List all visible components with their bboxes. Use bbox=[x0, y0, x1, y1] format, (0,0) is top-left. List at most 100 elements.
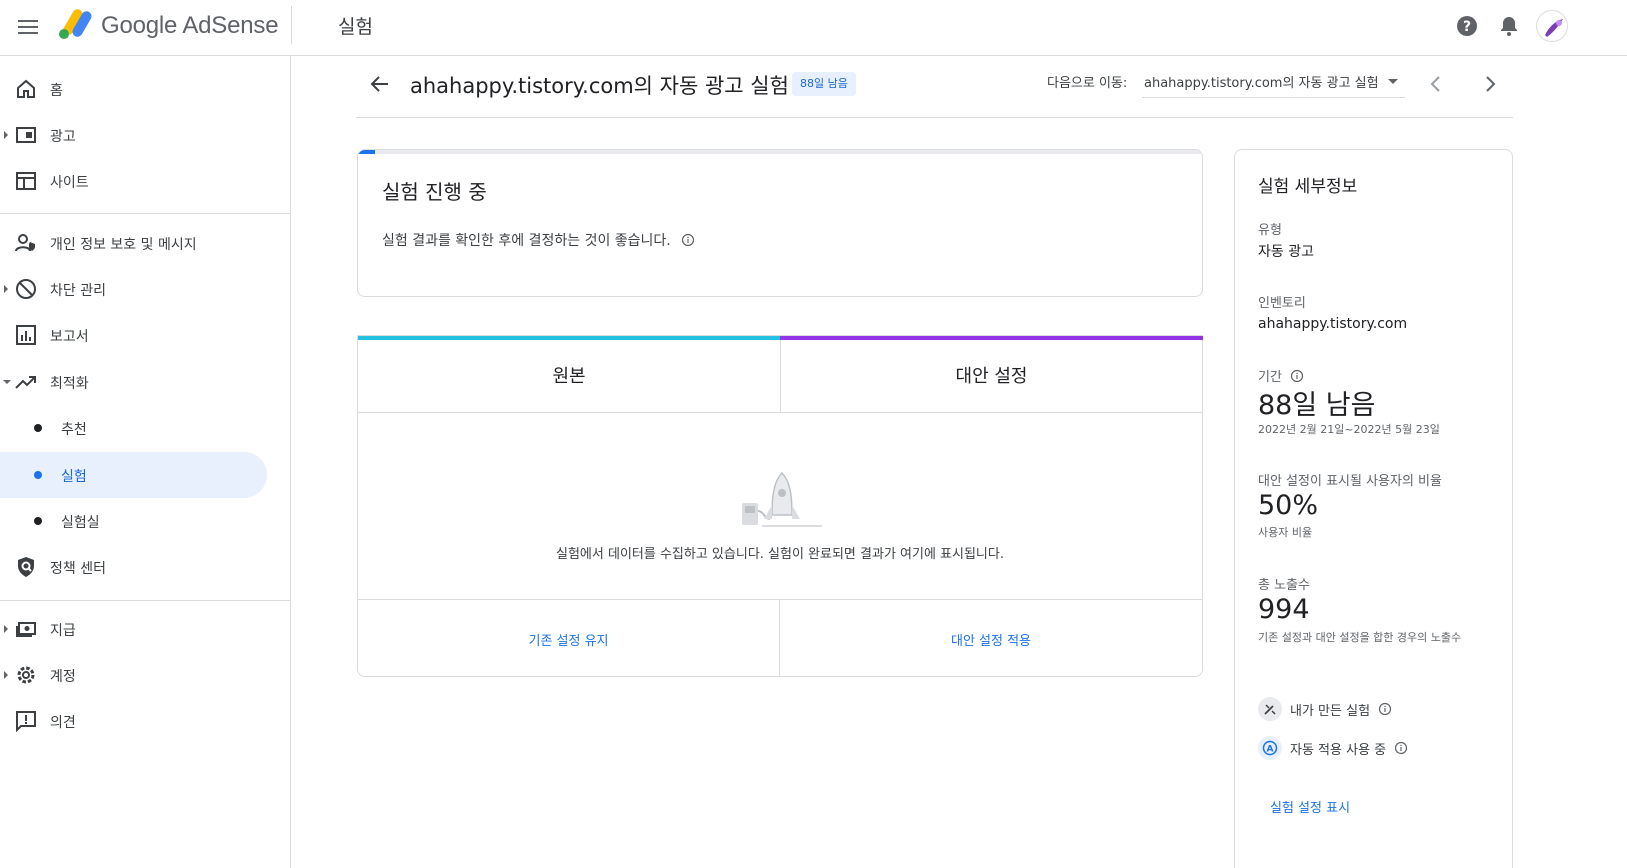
original-column-header: 원본 bbox=[358, 336, 781, 413]
experiment-details-panel: 실험 세부정보 유형 자동 광고 인벤토리 ahahappy.tistory.c… bbox=[1234, 149, 1513, 868]
sidebar-item-privacy[interactable]: 개인 정보 보호 및 메시지 bbox=[0, 220, 291, 266]
sidebar-item-label: 계정 bbox=[50, 669, 76, 685]
page-title: 실험 bbox=[338, 16, 373, 38]
trending-icon bbox=[15, 376, 36, 389]
alternative-color-bar bbox=[780, 336, 1203, 340]
dropdown-caret-icon bbox=[1388, 79, 1398, 84]
ratio-value: 50% bbox=[1258, 490, 1319, 521]
sidebar-item-label: 보고서 bbox=[50, 329, 89, 345]
sidebar-item-label: 정책 센터 bbox=[50, 561, 106, 577]
chevron-left-icon[interactable] bbox=[1426, 74, 1446, 94]
block-icon bbox=[16, 279, 36, 299]
show-experiment-settings-link[interactable]: 실험 설정 표시 bbox=[1270, 797, 1350, 816]
keep-original-button[interactable]: 기존 설정 유지 bbox=[358, 630, 779, 649]
sidebar-item-block-controls[interactable]: 차단 관리 bbox=[0, 266, 291, 312]
sidebar-item-label: 실험 bbox=[61, 469, 87, 485]
svg-text:A: A bbox=[1267, 745, 1274, 755]
reports-icon bbox=[16, 325, 36, 345]
inventory-label: 인벤토리 bbox=[1258, 296, 1306, 311]
empty-state: 실험에서 데이터를 수집하고 있습니다. 실험이 완료되면 결과가 여기에 표시… bbox=[358, 413, 1202, 600]
created-by-me-row: 내가 만든 실험 bbox=[1258, 697, 1392, 721]
info-icon[interactable] bbox=[1394, 741, 1408, 755]
bell-icon[interactable] bbox=[1497, 14, 1521, 38]
sidebar-item-optimization[interactable]: 최적화 bbox=[0, 359, 291, 405]
sidebar-item-sites[interactable]: 사이트 bbox=[0, 158, 291, 204]
bullet-icon bbox=[34, 471, 42, 479]
avatar[interactable] bbox=[1536, 10, 1568, 42]
experiment-status-card: 실험 진행 중 실험 결과를 확인한 후에 결정하는 것이 좋습니다. bbox=[357, 149, 1203, 297]
alternative-column-header: 대안 설정 bbox=[780, 336, 1203, 413]
top-app-bar: Google AdSense 실험 ? bbox=[0, 0, 1627, 56]
goto-label: 다음으로 이동: bbox=[1047, 76, 1128, 91]
apply-alternative-button[interactable]: 대안 설정 적용 bbox=[780, 630, 1202, 649]
info-icon[interactable] bbox=[1290, 369, 1304, 383]
sites-icon bbox=[16, 172, 36, 190]
bullet-icon bbox=[34, 517, 42, 525]
sidebar-item-policy-center[interactable]: 정책 센터 bbox=[0, 544, 291, 590]
original-color-bar bbox=[358, 336, 780, 340]
sidebar-divider bbox=[0, 600, 291, 601]
empty-state-text: 실험에서 데이터를 수집하고 있습니다. 실험이 완료되면 결과가 여기에 표시… bbox=[556, 547, 1004, 562]
sidebar-item-label: 광고 bbox=[50, 129, 76, 145]
help-icon[interactable]: ? bbox=[1455, 14, 1479, 38]
sidebar-item-home[interactable]: 홈 bbox=[0, 66, 291, 112]
expand-arrow-icon[interactable] bbox=[4, 285, 8, 293]
sidebar-item-label: 의견 bbox=[50, 715, 76, 731]
expand-arrow-icon[interactable] bbox=[4, 671, 8, 679]
status-text: 실험 결과를 확인한 후에 결정하는 것이 좋습니다. bbox=[382, 233, 671, 249]
type-value: 자동 광고 bbox=[1258, 244, 1314, 260]
brand-name: Google AdSense bbox=[101, 12, 279, 39]
status-heading: 실험 진행 중 bbox=[382, 180, 487, 204]
period-value: 88일 남음 bbox=[1258, 390, 1376, 421]
days-left-chip: 88일 남음 bbox=[792, 72, 856, 96]
sidebar-item-label: 홈 bbox=[50, 83, 63, 99]
status-description: 실험 결과를 확인한 후에 결정하는 것이 좋습니다. bbox=[382, 230, 695, 250]
rocket-illustration-icon bbox=[742, 471, 822, 527]
back-arrow-icon[interactable] bbox=[368, 72, 392, 96]
expand-arrow-icon[interactable] bbox=[4, 625, 8, 633]
auto-apply-badge: A bbox=[1258, 736, 1282, 760]
policy-icon bbox=[18, 557, 34, 577]
experiment-progress-fill bbox=[358, 150, 375, 154]
sidebar-item-recommendations[interactable]: 추천 bbox=[0, 405, 267, 451]
expand-arrow-icon[interactable] bbox=[4, 131, 8, 139]
impressions-label: 총 노출수 bbox=[1258, 578, 1310, 593]
menu-icon[interactable] bbox=[16, 15, 40, 39]
alternative-label: 대안 설정 bbox=[955, 366, 1028, 387]
inventory-value: ahahappy.tistory.com bbox=[1258, 316, 1408, 332]
info-icon[interactable] bbox=[1378, 702, 1392, 716]
sidebar-item-label: 개인 정보 보호 및 메시지 bbox=[50, 237, 197, 253]
sidebar-item-reports[interactable]: 보고서 bbox=[0, 312, 291, 358]
sidebar-item-labs[interactable]: 실험실 bbox=[0, 498, 267, 544]
sidebar-item-account[interactable]: 계정 bbox=[0, 652, 291, 698]
adsense-logo-icon bbox=[59, 9, 92, 39]
info-icon[interactable] bbox=[681, 233, 695, 247]
sidebar-item-ads[interactable]: 광고 bbox=[0, 112, 291, 158]
keep-settings-cell: 기존 설정 유지 bbox=[358, 600, 780, 676]
side-navigation: 홈 광고 사이트 개인 정보 보호 및 메시지 차단 관리 보고서 최적화 추천… bbox=[0, 56, 291, 868]
impressions-value: 994 bbox=[1258, 594, 1310, 625]
header-divider bbox=[356, 117, 1513, 118]
auto-apply-icon: A bbox=[1262, 740, 1278, 756]
home-icon bbox=[17, 79, 35, 98]
type-label: 유형 bbox=[1258, 223, 1282, 238]
wand-icon bbox=[1264, 704, 1276, 715]
created-by-me-text: 내가 만든 실험 bbox=[1290, 703, 1371, 719]
sidebar-item-experiments[interactable]: 실험 bbox=[0, 452, 267, 498]
comparison-card: 원본 대안 설정 실험에서 데이터를 수집하고 있습니다. 실험이 완료되면 결… bbox=[357, 335, 1203, 677]
period-dates: 2022년 2월 21일~2022년 5월 23일 bbox=[1258, 423, 1440, 436]
ads-icon bbox=[16, 127, 36, 143]
topbar-divider bbox=[291, 6, 292, 44]
sidebar-item-label: 차단 관리 bbox=[50, 283, 106, 299]
collapse-arrow-icon[interactable] bbox=[3, 380, 11, 384]
settings-icon bbox=[17, 666, 35, 684]
chevron-right-icon[interactable] bbox=[1480, 74, 1500, 94]
apply-alternative-cell: 대안 설정 적용 bbox=[780, 600, 1202, 676]
goto-experiment-select[interactable]: ahahappy.tistory.com의 자동 광고 실험 bbox=[1142, 66, 1405, 98]
sidebar-item-feedback[interactable]: 의견 bbox=[0, 698, 291, 744]
feedback-icon bbox=[16, 711, 36, 732]
sidebar-item-label: 사이트 bbox=[50, 175, 89, 191]
svg-text:?: ? bbox=[1463, 19, 1471, 35]
privacy-icon bbox=[15, 234, 35, 252]
sidebar-item-payments[interactable]: 지급 bbox=[0, 606, 291, 652]
